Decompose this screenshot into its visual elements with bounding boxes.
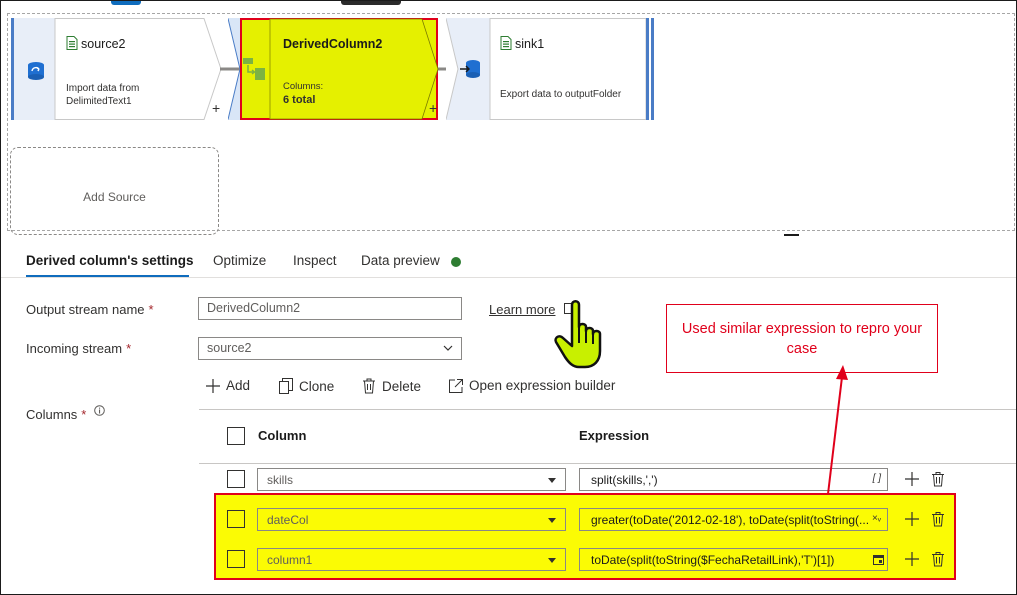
row-checkbox[interactable]: [227, 550, 245, 568]
incoming-stream-label-text: Incoming stream: [26, 341, 123, 356]
derived-add-transform-button[interactable]: +: [429, 100, 437, 116]
top-tab-indicator: [111, 1, 141, 5]
incoming-stream-select[interactable]: source2: [198, 337, 462, 360]
clone-column-label: Clone: [299, 378, 335, 394]
delete-row-trash-icon[interactable]: [930, 551, 946, 567]
column-name-select[interactable]: skills: [257, 468, 566, 491]
delete-column-button[interactable]: Delete: [362, 378, 421, 394]
clone-column-button[interactable]: Clone: [279, 378, 334, 394]
array-type-icon: [ ]: [872, 473, 881, 484]
data-flow-designer: source2 Import data from DelimitedText1 …: [0, 0, 1017, 595]
plus-icon: [206, 378, 220, 393]
output-stream-label: Output stream name *: [26, 302, 154, 317]
hand-pointer-cursor-icon: [554, 300, 602, 369]
table-header-divider: [199, 463, 1016, 464]
expression-input[interactable]: toDate(split(toString($FechaRetailLink),…: [579, 548, 888, 571]
tab-optimize[interactable]: Optimize: [213, 253, 266, 268]
add-row-plus-icon[interactable]: [904, 551, 920, 567]
derived-column-icon: [243, 58, 265, 80]
expression-value: split(skills,','): [591, 473, 658, 487]
open-expression-builder-button[interactable]: Open expression builder: [449, 378, 615, 393]
column-name-value: skills: [267, 473, 293, 487]
column-name-value: column1: [267, 553, 313, 567]
settings-panel: Derived column's settings Optimize Inspe…: [1, 237, 1016, 594]
caret-down-icon: [548, 478, 556, 483]
output-stream-label-text: Output stream name: [26, 302, 145, 317]
caret-down-icon: [548, 518, 556, 523]
annotation-callout: Used similar expression to repro your ca…: [666, 304, 938, 373]
column-name-select[interactable]: dateCol: [257, 508, 566, 531]
tab-inspect[interactable]: Inspect: [293, 253, 337, 268]
data-flow-canvas[interactable]: source2 Import data from DelimitedText1 …: [1, 1, 1016, 237]
add-column-label: Add: [226, 378, 251, 393]
open-external-icon: [449, 378, 463, 393]
data-preview-status-dot: [451, 257, 461, 267]
add-column-button[interactable]: Add: [206, 378, 250, 393]
row-checkbox[interactable]: [227, 470, 245, 488]
active-tab-underline: [26, 275, 189, 277]
sink-node[interactable]: sink1 Export data to outputFolder: [446, 18, 656, 120]
derived-columns-count: 6 total: [283, 94, 316, 106]
row-checkbox[interactable]: [227, 510, 245, 528]
source-node-title: source2: [81, 37, 126, 51]
settings-tabs: Derived column's settings Optimize Inspe…: [1, 237, 1016, 278]
open-expression-builder-label: Open expression builder: [469, 378, 616, 393]
add-row-plus-icon[interactable]: [904, 511, 920, 527]
source-node[interactable]: source2 Import data from DelimitedText1: [11, 18, 222, 120]
column-name-select[interactable]: column1: [257, 548, 566, 571]
clone-icon: [279, 378, 293, 394]
columns-label: Columns *: [26, 407, 86, 422]
required-mark: *: [126, 341, 132, 356]
add-source-button[interactable]: Add Source: [10, 147, 219, 235]
output-stream-name-input[interactable]: DerivedColumn2: [198, 297, 462, 320]
chevron-down-icon: [443, 345, 453, 351]
source-add-transform-button[interactable]: +: [212, 100, 220, 116]
sink-file-icon: [500, 36, 512, 50]
expression-input[interactable]: greater(toDate('2012-02-18'), toDate(spl…: [579, 508, 888, 531]
derived-column-node-title: DerivedColumn2: [283, 37, 383, 51]
calendar-type-icon: [873, 555, 884, 565]
incoming-stream-value: source2: [207, 341, 252, 355]
delete-row-trash-icon[interactable]: [930, 511, 946, 527]
clear-expression-icon[interactable]: ×ᵥ: [872, 513, 881, 524]
derived-columns-label: Columns:: [283, 81, 324, 92]
top-selection-indicator: [341, 1, 401, 5]
sink-node-title: sink1: [515, 37, 545, 51]
derived-column-node[interactable]: DerivedColumn2 Columns: 6 total: [228, 18, 450, 120]
trash-icon: [363, 378, 375, 394]
delimited-text-file-icon: [66, 36, 78, 50]
required-mark: *: [81, 407, 87, 422]
info-icon[interactable]: [94, 405, 105, 416]
column-name-value: dateCol: [267, 513, 309, 527]
add-row-plus-icon[interactable]: [904, 471, 920, 487]
database-icon: [28, 62, 44, 80]
columns-label-text: Columns: [26, 407, 78, 422]
learn-more-link[interactable]: Learn more: [489, 302, 555, 317]
panel-resize-handle[interactable]: [784, 234, 799, 236]
select-all-checkbox[interactable]: [227, 427, 245, 445]
column-header: Column: [258, 428, 307, 443]
required-mark: *: [148, 302, 154, 317]
sink-database-icon: [460, 60, 480, 78]
expression-value: greater(toDate('2012-02-18'), toDate(spl…: [591, 513, 870, 527]
sink-node-description: Export data to outputFolder: [500, 89, 622, 100]
delete-row-trash-icon[interactable]: [930, 471, 946, 487]
source-node-description: Import data from DelimitedText1: [66, 83, 140, 107]
incoming-stream-label: Incoming stream *: [26, 341, 131, 356]
expression-input[interactable]: split(skills,',') [ ]: [579, 468, 888, 491]
expression-header: Expression: [579, 428, 650, 443]
delete-column-label: Delete: [382, 378, 422, 394]
tab-derived-column-settings[interactable]: Derived column's settings: [26, 253, 194, 268]
toolbar-divider: [199, 409, 1016, 410]
tab-data-preview[interactable]: Data preview: [361, 253, 440, 268]
caret-down-icon: [548, 558, 556, 563]
expression-value: toDate(split(toString($FechaRetailLink),…: [591, 553, 835, 567]
add-source-label: Add Source: [83, 190, 146, 204]
